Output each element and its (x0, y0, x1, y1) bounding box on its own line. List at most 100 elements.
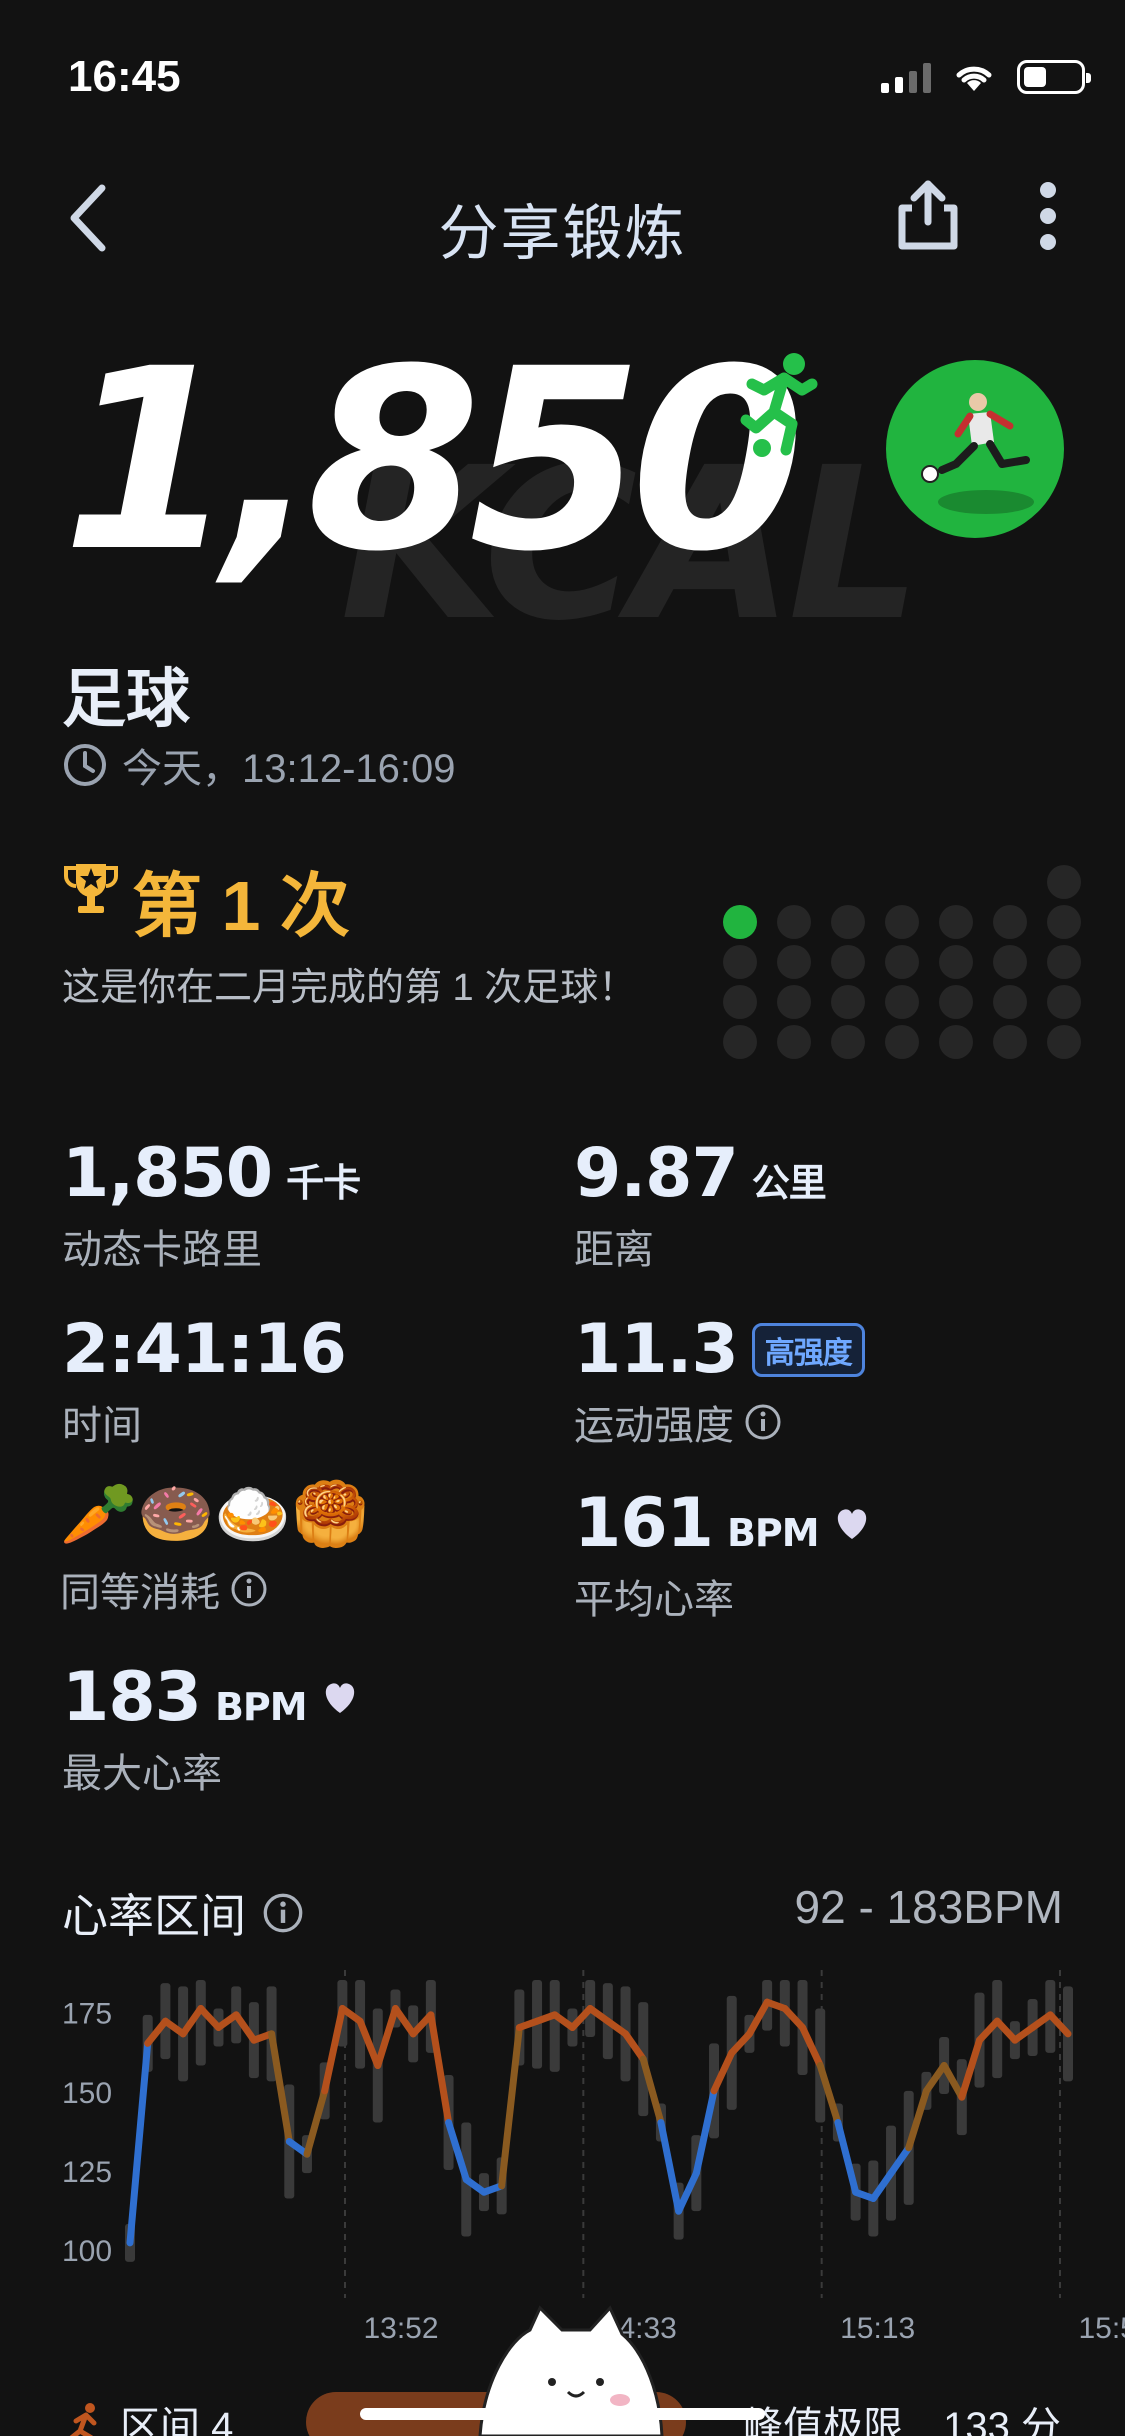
stat-duration: 2:41:16 时间 (62, 1310, 347, 1451)
heart-rate-zone-header: 心率区间 (62, 1880, 304, 1946)
zone-label: 区间 4 (120, 2405, 234, 2436)
day-dot (723, 945, 757, 979)
rank-description: 这是你在二月完成的第 1 次足球！ (62, 967, 637, 1009)
day-dot (777, 945, 811, 979)
hero-calories: 1,850 (62, 315, 805, 606)
wifi-icon (956, 66, 992, 91)
avg-hr-value: 161 (574, 1484, 714, 1563)
peak-zone: 峰值极限 133 分 (743, 2394, 1061, 2436)
soccer-player-icon (740, 353, 818, 457)
y-tick-label: 175 (62, 1998, 112, 2031)
running-icon (69, 2403, 97, 2436)
hr-line-segment (126, 2039, 152, 2247)
active-calories-label: 动态卡路里 (62, 1228, 262, 1272)
share-icon[interactable] (890, 178, 966, 254)
duration-label: 时间 (62, 1404, 142, 1448)
day-dot (993, 945, 1027, 979)
max-hr-unit: BPM (214, 1685, 308, 1729)
heart-rate-chart[interactable]: 17515012510013:5214:3315:1315:53 (0, 1960, 1125, 2350)
status-time: 16:45 (68, 52, 181, 101)
equivalent-label: 同等消耗 (60, 1571, 220, 1615)
user-avatar[interactable] (886, 360, 1064, 538)
duration-value: 2:41:16 (62, 1310, 347, 1389)
hr-range-bar (549, 1980, 560, 2072)
day-dot (1047, 865, 1081, 899)
day-dot (993, 1025, 1027, 1059)
zone-indicator: 区间 4 (62, 2394, 233, 2436)
hr-line-segment (427, 2011, 453, 2126)
day-dot (885, 985, 919, 1019)
day-dot (777, 905, 811, 939)
heart-rate-range: 92 - 183BPM (794, 1881, 1063, 1933)
activity-time: 今天，13:12-16:09 (62, 736, 456, 794)
x-tick-label: 15:13 (840, 2312, 915, 2345)
max-hr-value: 183 (62, 1658, 202, 1737)
distance-label: 距离 (574, 1228, 654, 1272)
hr-line-segment (834, 2119, 860, 2196)
hr-line-segment (498, 2024, 523, 2190)
stat-active-calories: 1,850 千卡 动态卡路里 (62, 1134, 361, 1275)
distance-value: 9.87 (574, 1134, 739, 1213)
soccer-kick-illustration-icon (921, 393, 1034, 514)
day-dot (723, 1025, 757, 1059)
info-icon[interactable] (744, 1403, 782, 1441)
clock-icon (64, 744, 106, 786)
day-dot (939, 985, 973, 1019)
hr-line-segment (657, 2119, 683, 2215)
x-tick-label: 15:53 (1078, 2312, 1125, 2345)
day-dot (777, 985, 811, 1019)
hr-line-segment (303, 2087, 329, 2158)
x-tick-label: 13:52 (363, 2312, 438, 2345)
info-icon[interactable] (262, 1892, 304, 1934)
heart-rate-zone-title: 心率区间 (62, 1890, 246, 1942)
heart-icon (325, 1682, 354, 1713)
max-hr-label: 最大心率 (62, 1752, 222, 1796)
day-dot (831, 1025, 865, 1059)
activity-time-text: 今天，13:12-16:09 (122, 747, 456, 791)
heart-icon (837, 1508, 866, 1539)
y-tick-label: 100 (62, 2235, 112, 2268)
stat-distance: 9.87 公里 距离 (574, 1134, 827, 1275)
activity-name: 足球 (62, 663, 190, 735)
day-dot (885, 1025, 919, 1059)
day-dot-active (723, 905, 757, 939)
peak-label: 峰值极限 (743, 2405, 904, 2436)
day-dot (885, 945, 919, 979)
battery-icon (1017, 60, 1091, 94)
distance-unit: 公里 (751, 1161, 827, 1205)
day-dot (885, 905, 919, 939)
day-dot (993, 905, 1027, 939)
stat-intensity: 11.3 高强度 运动强度 (574, 1310, 865, 1451)
day-dot (831, 985, 865, 1019)
cellular-signal-icon (881, 61, 931, 93)
hr-line-segment (321, 2005, 346, 2095)
info-icon[interactable] (230, 1570, 268, 1608)
day-dot (777, 1025, 811, 1059)
day-dot (831, 905, 865, 939)
avg-hr-label: 平均心率 (574, 1578, 734, 1622)
day-dot (939, 905, 973, 939)
intensity-value: 11.3 (574, 1310, 739, 1389)
day-dot (939, 1025, 973, 1059)
intensity-label: 运动强度 (574, 1404, 734, 1448)
day-dot (831, 945, 865, 979)
active-calories-unit: 千卡 (286, 1161, 361, 1205)
stat-max-heart-rate: 183 BPM 最大心率 (62, 1658, 359, 1799)
peak-value: 133 分 (943, 2405, 1061, 2436)
y-tick-label: 125 (62, 2156, 112, 2189)
stat-average-heart-rate: 161 BPM 平均心率 (574, 1484, 871, 1625)
stat-equivalent: 🥕🍩🍛🥮 同等消耗 (60, 1484, 369, 1618)
day-dot (723, 985, 757, 1019)
active-calories-value: 1,850 (62, 1134, 273, 1213)
y-tick-label: 150 (62, 2077, 112, 2110)
day-dot (939, 945, 973, 979)
day-dot (1047, 1025, 1081, 1059)
more-options-icon[interactable] (1030, 178, 1066, 254)
trophy-icon (64, 864, 118, 913)
home-indicator (360, 2408, 765, 2420)
food-equivalent-emojis: 🥕🍩🍛🥮 (60, 1480, 369, 1549)
hr-range-bar (195, 1980, 206, 2066)
rank-title: 第 1 次 (132, 867, 350, 945)
day-dot (993, 985, 1027, 1019)
intensity-badge: 高强度 (751, 1322, 865, 1377)
